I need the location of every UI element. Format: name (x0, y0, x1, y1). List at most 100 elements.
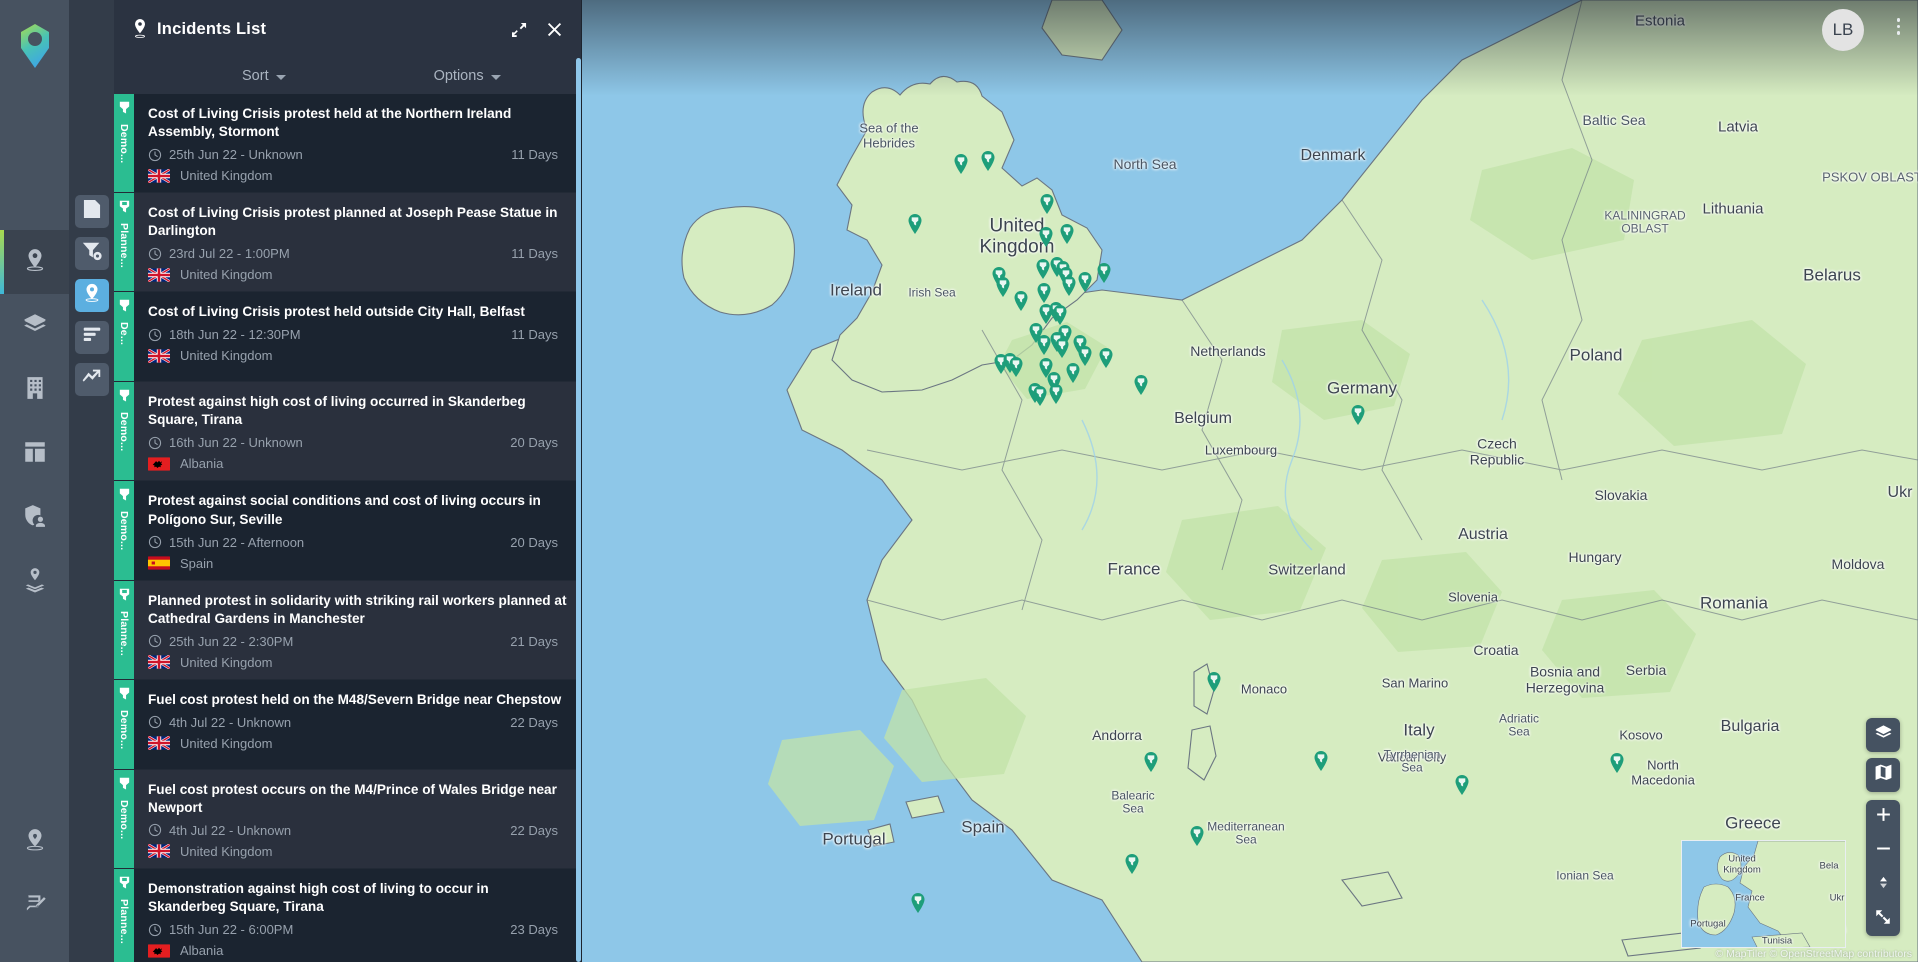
planned-flag-icon (118, 200, 131, 219)
map-layers-control (1866, 718, 1900, 752)
zoom-in-button[interactable] (1866, 800, 1900, 834)
incident-country-row: United Kingdom (148, 736, 567, 751)
incident-list-item[interactable]: Demo... Protest against high cost of livi… (114, 382, 581, 482)
incident-map-marker[interactable] (911, 893, 926, 913)
close-icon[interactable] (543, 18, 565, 40)
pin-layers-icon (22, 567, 48, 598)
app-logo[interactable] (15, 22, 55, 70)
incident-country-row: United Kingdom (148, 168, 567, 183)
sidebar-item-locations[interactable] (0, 810, 69, 874)
demonstration-flag-icon (118, 488, 131, 507)
sidebar-item-security[interactable] (0, 486, 69, 550)
minimap[interactable]: United Kingdom France Portugal Bela Ukr Tunis… (1681, 840, 1846, 948)
incident-map-marker[interactable] (1060, 224, 1075, 244)
incident-map-marker[interactable] (1039, 227, 1054, 247)
map-layers-button[interactable] (1866, 718, 1900, 752)
country-flag-icon (148, 556, 170, 570)
incident-datetime: 16th Jun 22 - Unknown (169, 435, 303, 451)
map-canvas[interactable]: Estonia Baltic Sea Latvia Sea of the Hebrid… (582, 0, 1918, 962)
options-dropdown[interactable]: Options (434, 68, 501, 84)
sidebar-item-incidents[interactable] (0, 230, 69, 294)
clock-icon (148, 148, 162, 162)
fullscreen-button[interactable] (1866, 902, 1900, 936)
incident-map-marker[interactable] (996, 277, 1011, 297)
panel-scrollbar[interactable] (576, 58, 581, 962)
incident-map-marker[interactable] (1610, 753, 1625, 773)
sidebar-item-geofence[interactable] (0, 550, 69, 614)
incident-type-tag: Demo... (114, 679, 134, 769)
incident-map-marker[interactable] (1040, 194, 1055, 214)
clock-icon (148, 436, 162, 450)
incident-map-marker[interactable] (1066, 363, 1081, 383)
incident-list-item[interactable]: Demo... Cost of Living Crisis protest hel… (114, 94, 581, 194)
incident-map-marker[interactable] (1062, 276, 1077, 296)
toolbar-filter-settings[interactable] (74, 237, 109, 270)
incidents-panel: Incidents List Sort Options Demo... Cost … (114, 0, 582, 962)
incident-map-marker[interactable] (1099, 348, 1114, 368)
zoom-out-button[interactable] (1866, 834, 1900, 868)
incident-list-item[interactable]: Demo... Protest against social conditions… (114, 481, 581, 581)
incident-map-marker[interactable] (1351, 405, 1366, 425)
incident-map-marker[interactable] (1207, 672, 1222, 692)
compass-button[interactable] (1866, 868, 1900, 902)
minimap-label: Ukr (1829, 892, 1845, 904)
incident-type-tag: Planne... (114, 193, 134, 292)
incident-map-marker[interactable] (1134, 375, 1149, 395)
incident-country: United Kingdom (180, 843, 273, 859)
expand-arrows-icon[interactable] (508, 18, 530, 40)
incident-map-marker[interactable] (1033, 386, 1048, 406)
incident-map-marker[interactable] (1055, 338, 1070, 358)
incident-title: Protest against high cost of living occu… (148, 394, 526, 428)
incident-map-marker[interactable] (1125, 854, 1140, 874)
incident-country: United Kingdom (180, 168, 273, 184)
incident-map-marker[interactable] (1078, 272, 1093, 292)
incident-type-label: Planne... (118, 898, 130, 944)
incident-map-marker[interactable] (981, 151, 996, 171)
options-label: Options (433, 68, 484, 84)
incident-map-marker[interactable] (1455, 775, 1470, 795)
toolbar-incident-report[interactable] (74, 195, 109, 228)
incident-map-marker[interactable] (1144, 752, 1159, 772)
incident-days: 11 Days (511, 246, 558, 262)
incident-map-marker[interactable] (1097, 263, 1112, 283)
report-edit-icon (22, 891, 48, 922)
incident-map-marker[interactable] (1053, 305, 1068, 325)
incident-days: 11 Days (511, 147, 558, 163)
sort-dropdown[interactable]: Sort (242, 68, 286, 84)
incident-map-marker[interactable] (1037, 283, 1052, 303)
toolbar-trends[interactable] (74, 363, 109, 396)
incident-type-label: De... (118, 322, 130, 346)
incident-map-marker[interactable] (1009, 357, 1024, 377)
incident-map-marker[interactable] (1190, 826, 1205, 846)
avatar[interactable]: LB (1822, 9, 1864, 51)
map-basemap-button[interactable] (1866, 758, 1900, 792)
sidebar-item-dashboard[interactable] (0, 422, 69, 486)
incident-map-marker[interactable] (954, 154, 969, 174)
incident-country-row: Albania (148, 943, 567, 958)
country-flag-icon (148, 457, 170, 471)
incidents-list[interactable]: Demo... Cost of Living Crisis protest hel… (114, 94, 581, 962)
panel-toolbar: Sort Options (114, 58, 581, 94)
incident-list-item[interactable]: Planne... Demonstration against high cost… (114, 868, 581, 962)
toolbar-summary-bars[interactable] (74, 321, 109, 354)
incident-list-item[interactable]: Planne... Planned protest in solidarity w… (114, 580, 581, 680)
incident-map-marker[interactable] (908, 214, 923, 234)
incident-map-marker[interactable] (1014, 291, 1029, 311)
incident-country-row: Spain (148, 556, 567, 571)
trend-up-icon (81, 366, 103, 393)
incident-country: Albania (180, 943, 224, 959)
sidebar-item-layers[interactable] (0, 294, 69, 358)
incident-map-marker[interactable] (1036, 259, 1051, 279)
incident-days: 20 Days (510, 435, 558, 451)
sidebar-item-assets[interactable] (0, 358, 69, 422)
incident-list-item[interactable]: Demo... Fuel cost protest held on the M48… (114, 679, 581, 770)
incident-list-item[interactable]: De... Cost of Living Crisis protest held … (114, 292, 581, 383)
sidebar-item-reports[interactable] (0, 874, 69, 938)
toolbar-incidents-list[interactable] (74, 279, 109, 312)
kebab-menu-icon[interactable] (1896, 18, 1900, 35)
location-pin-icon (81, 282, 103, 309)
incident-list-item[interactable]: Planne... Cost of Living Crisis protest p… (114, 193, 581, 293)
incident-map-marker[interactable] (1314, 751, 1329, 771)
incident-map-marker[interactable] (1049, 384, 1064, 404)
incident-list-item[interactable]: Demo... Fuel cost protest occurs on the M… (114, 769, 581, 869)
